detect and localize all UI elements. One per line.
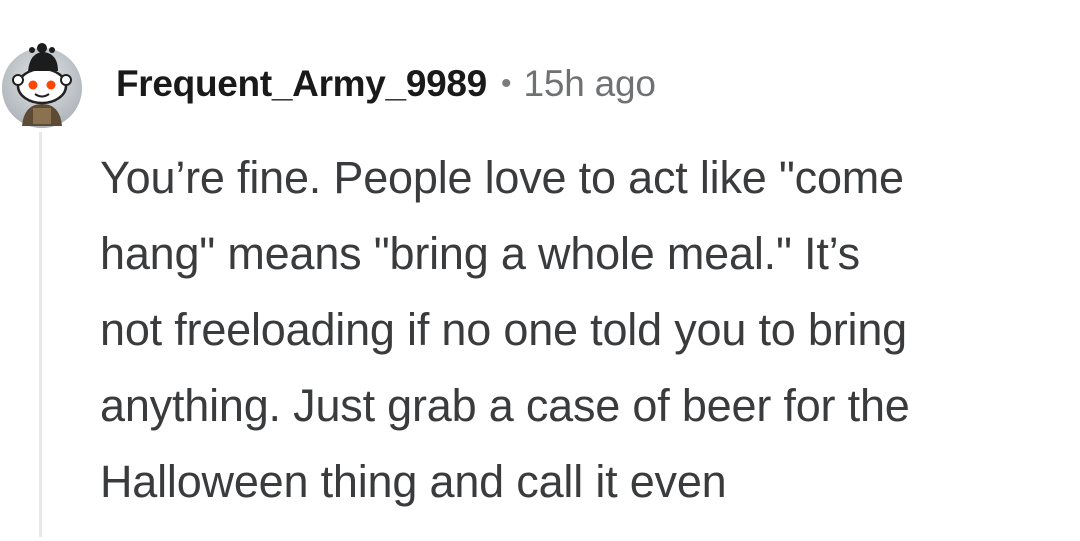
meta-separator: • — [500, 67, 512, 100]
comment-body-line: Halloween thing and call it even — [100, 456, 727, 507]
comment-body-line: hang" means "bring a whole meal." It’s — [100, 228, 860, 279]
user-avatar[interactable] — [0, 38, 84, 128]
comment: Frequent_Army_9989 • 15h ago You’re fine… — [0, 0, 1080, 541]
thread-line[interactable] — [39, 132, 42, 537]
comment-body-line: not freeloading if no one told you to br… — [100, 304, 907, 355]
comment-body-line: anything. Just grab a case of beer for t… — [100, 380, 910, 431]
snoo-avatar-icon — [2, 43, 82, 128]
comment-header: Frequent_Army_9989 • 15h ago — [116, 58, 656, 110]
comment-body: You’re fine. People love to act like "co… — [100, 140, 1070, 520]
username-link[interactable]: Frequent_Army_9989 — [116, 63, 487, 105]
comment-body-line: You’re fine. People love to act like "co… — [100, 152, 904, 203]
comment-timestamp: 15h ago — [523, 63, 656, 104]
